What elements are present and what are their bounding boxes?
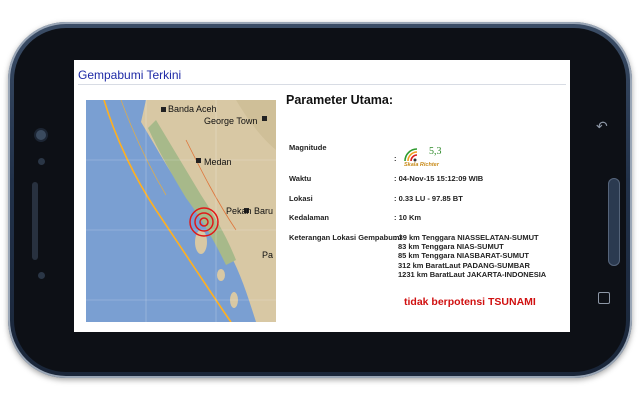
kedalaman-value: : 10 Km <box>394 213 422 222</box>
proximity-sensor-icon <box>38 158 45 165</box>
map-label-medan: Medan <box>204 157 232 167</box>
island-batu <box>217 269 225 281</box>
keterangan-line: 1231 km BaratLaut JAKARTA-INDONESIA <box>398 269 547 279</box>
keterangan-label: Keterangan Lokasi Gempabumi <box>289 233 402 242</box>
magnitude-value: 5,3 <box>429 146 442 157</box>
magnitude-label: Magnitude <box>289 143 327 152</box>
waktu-label: Waktu <box>289 174 312 183</box>
magnitude-scale-caption: Skala Richter <box>404 162 439 168</box>
params-title: Parameter Utama: <box>286 93 393 107</box>
earthquake-map[interactable]: Banda Aceh George Town Medan Pekan Baru … <box>86 100 276 322</box>
earpiece-speaker <box>32 182 38 260</box>
keterangan-line: 312 km BaratLaut PADANG-SUMBAR <box>398 260 530 270</box>
seismic-wave-icon <box>404 148 418 162</box>
magnitude-colon: : <box>394 154 397 163</box>
front-camera-icon <box>36 130 46 140</box>
recent-apps-icon[interactable] <box>598 292 610 304</box>
app-title: Gempabumi Terkini <box>78 68 182 82</box>
screen: Gempabumi Terkini Banda Aceh George Town… <box>74 60 570 332</box>
kedalaman-label: Kedalaman <box>289 213 330 222</box>
back-icon[interactable]: ↶ <box>596 118 608 135</box>
map-label-padang: Pa <box>262 250 274 260</box>
keterangan-line: 83 km Tenggara NIAS-SUMUT <box>398 242 504 252</box>
waktu-value: : 04-Nov-15 15:12:09 WIB <box>394 174 484 183</box>
keterangan-line: : 39 km Tenggara NIASSELATAN-SUMUT <box>394 233 539 242</box>
map-label-pekanbaru: Pekan Baru <box>226 206 274 216</box>
keterangan-line: 85 km Tenggara NIASBARAT-SUMUT <box>398 251 529 261</box>
home-button[interactable] <box>608 178 620 266</box>
light-sensor-icon <box>38 272 45 279</box>
title-divider <box>78 84 566 85</box>
marker-medan <box>196 158 201 163</box>
keterangan-list: : 39 km Tenggara NIASSELATAN-SUMUT 83 km… <box>394 233 546 279</box>
tsunami-status: tidak berpotensi TSUNAMI <box>404 296 536 308</box>
marker-banda-aceh <box>161 107 166 112</box>
lokasi-label: Lokasi <box>289 194 313 203</box>
marker-george-town <box>262 116 267 121</box>
map-label-banda-aceh: Banda Aceh <box>168 104 217 114</box>
lokasi-value: : 0.33 LU - 97.85 BT <box>394 194 463 203</box>
map-label-george-town: George Town <box>204 116 258 126</box>
